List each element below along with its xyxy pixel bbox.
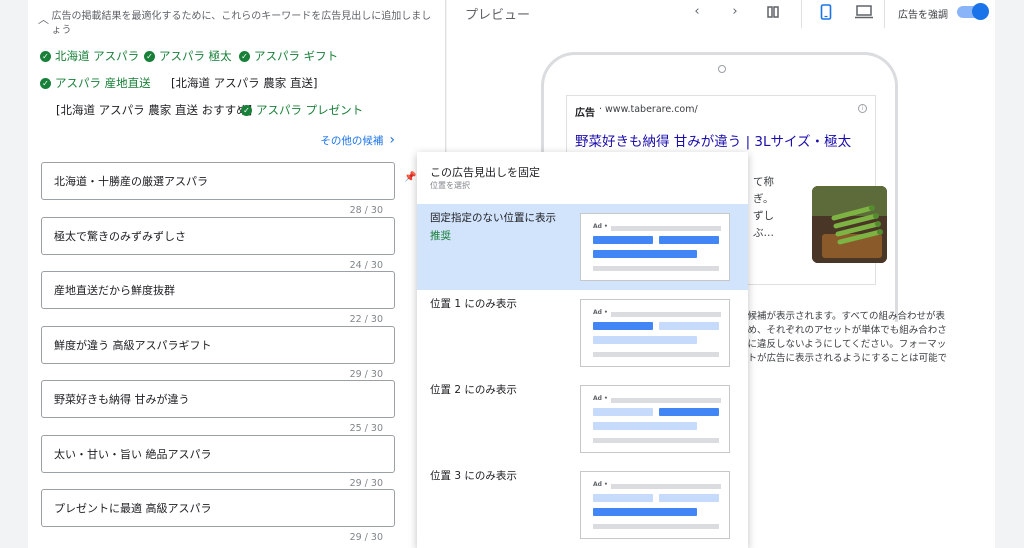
check-circle-icon: ✓ xyxy=(144,50,155,62)
pin-option-position-1[interactable]: 位置 1 にのみ表示 Ad • xyxy=(417,290,748,376)
headline-editor-panel: ︿ 広告の掲載結果を最適化するために、これらのキーワードを広告見出しに追加しまし… xyxy=(28,0,446,548)
headline-input[interactable]: 北海道・十勝産の厳選アスパラ xyxy=(41,162,395,200)
chevron-left-icon[interactable]: ‹ xyxy=(687,2,707,22)
pin-menu-subtitle: 位置を選択 xyxy=(430,181,470,190)
keyword-chip[interactable]: [北海道 アスパラ 農家 直送] xyxy=(171,75,317,91)
ad-header: 広告 · www.taberare.com/ xyxy=(575,104,698,119)
keyword-chip[interactable]: ✓ アスパラ ギフト xyxy=(239,48,338,64)
phone-camera xyxy=(718,65,726,73)
emphasize-ad-label: 広告を強調 xyxy=(898,10,948,21)
suggestions-header[interactable]: ︿ 広告の掲載結果を最適化するために、これらのキーワードを広告見出しに追加しまし… xyxy=(38,10,438,38)
keyword-chip[interactable]: ✓ アスパラ 産地直送 xyxy=(40,75,151,91)
suggestions-header-text: 広告の掲載結果を最適化するために、これらのキーワードを広告見出しに追加しましょう xyxy=(51,11,432,36)
ad-layout-thumbnail: Ad • xyxy=(580,299,730,367)
pin-icon[interactable]: 📌 xyxy=(404,172,416,183)
headline-input[interactable]: 産地直送だから鮮度抜群 xyxy=(41,271,395,309)
recommended-label: 推奨 xyxy=(430,230,451,242)
chevron-right-icon: › xyxy=(389,132,395,148)
preview-disclaimer-text: の候補が表示されます。すべての組み合わせが表 ため、それぞれのアセットが単体でも… xyxy=(738,311,948,364)
desktop-device-icon[interactable] xyxy=(854,2,874,22)
ad-layout-thumbnail: Ad • xyxy=(580,471,730,539)
chevron-right-icon[interactable]: › xyxy=(725,2,745,22)
headline-input[interactable]: プレゼントに最適 高級アスパラ xyxy=(41,489,395,527)
pin-option-position-2[interactable]: 位置 2 にのみ表示 Ad • xyxy=(417,376,748,462)
pin-menu-title: この広告見出しを固定 xyxy=(430,166,540,179)
ad-description: て称 ぎ。 ずし ぶ… xyxy=(753,176,774,239)
check-circle-icon: ✓ xyxy=(40,77,51,89)
check-circle-icon: ✓ xyxy=(239,50,250,62)
mobile-device-icon[interactable] xyxy=(816,2,836,22)
check-circle-icon: ✓ xyxy=(241,104,252,116)
character-count: 25 / 30 xyxy=(349,423,383,434)
character-count: 29 / 30 xyxy=(349,532,383,543)
ad-label: 広告 xyxy=(575,108,595,119)
pin-option-position-3[interactable]: 位置 3 にのみ表示 Ad • xyxy=(417,462,748,548)
split-view-icon[interactable] xyxy=(763,2,783,22)
chevron-up-icon[interactable]: ︿ xyxy=(38,11,52,38)
emphasize-ad-toggle[interactable] xyxy=(957,3,989,20)
character-count: 29 / 30 xyxy=(349,478,383,489)
character-count: 29 / 30 xyxy=(349,369,383,380)
asparagus-image xyxy=(812,186,887,263)
check-circle-icon: ✓ xyxy=(40,50,51,62)
preview-title: プレビュー xyxy=(465,8,531,23)
headline-input[interactable]: 極太で驚きのみずみずしさ xyxy=(41,217,395,255)
keyword-chip[interactable]: ✓ 北海道 アスパラ xyxy=(40,48,139,64)
more-suggestions-link[interactable]: その他の候補 › xyxy=(320,132,395,148)
headline-input[interactable]: 野菜好きも納得 甘みが違う xyxy=(41,380,395,418)
keyword-chip[interactable]: [北海道 アスパラ 農家 直送 おすすめ] xyxy=(56,102,252,118)
headline-input[interactable]: 鮮度が違う 高級アスパラギフト xyxy=(41,326,395,364)
character-count: 28 / 30 xyxy=(349,205,383,216)
ad-headline[interactable]: 野菜好きも納得 甘みが違う | 3Lサイズ・極太 xyxy=(575,130,875,150)
character-count: 22 / 30 xyxy=(349,314,383,325)
keyword-chip[interactable]: ✓ アスパラ 極太 xyxy=(144,48,232,64)
character-count: 24 / 30 xyxy=(349,260,383,271)
info-icon[interactable]: i xyxy=(858,104,867,113)
pin-option-unpinned[interactable]: 固定指定のない位置に表示 推奨 Ad • xyxy=(417,204,748,290)
ad-layout-thumbnail: Ad • xyxy=(580,385,730,453)
headline-input[interactable]: 太い・甘い・旨い 絶品アスパラ xyxy=(41,435,395,473)
ad-layout-thumbnail: Ad • xyxy=(580,213,730,281)
keyword-chip[interactable]: ✓ アスパラ プレゼント xyxy=(241,102,363,118)
pin-position-menu: この広告見出しを固定 位置を選択 固定指定のない位置に表示 推奨 Ad • 位置… xyxy=(417,152,748,548)
ad-url: · www.taberare.com/ xyxy=(599,104,698,115)
